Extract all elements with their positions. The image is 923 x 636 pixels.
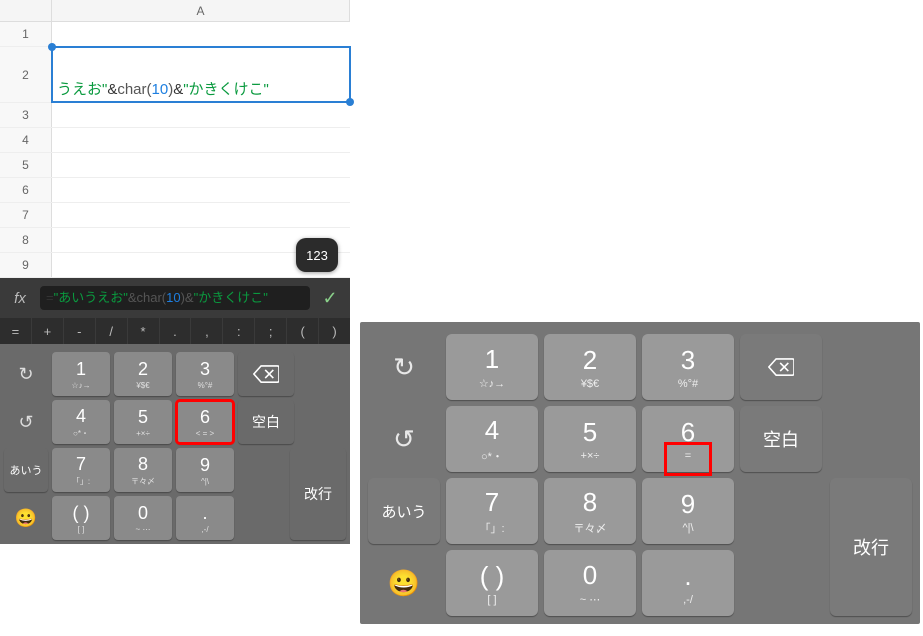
backspace-key[interactable] (238, 352, 294, 396)
undo-key[interactable]: ↻ (4, 352, 48, 396)
operator-key[interactable]: * (128, 318, 160, 344)
num-key-7[interactable]: 7「」: (446, 478, 538, 544)
grid-row: 3 (0, 103, 350, 128)
grid-row: 2うえお"&char(10)&"かきくけこ" (0, 47, 350, 103)
grid-row: 6 (0, 178, 350, 203)
operator-key[interactable]: : (223, 318, 255, 344)
num-key-.[interactable]: .,-/ (642, 550, 734, 616)
row-header[interactable]: 5 (0, 153, 52, 177)
kana-mode-key[interactable]: あいう (4, 448, 48, 492)
row-header[interactable]: 7 (0, 203, 52, 227)
grid-row: 7 (0, 203, 350, 228)
cell[interactable] (52, 103, 350, 127)
kana-mode-key[interactable]: あいう (368, 478, 440, 544)
backspace-icon (768, 357, 794, 377)
num-key-4[interactable]: 4○*・ (446, 406, 538, 472)
formula-bar: fx ="あいうえお"&char(10)&"かきくけこ" ✓ (0, 278, 350, 318)
cell[interactable] (52, 178, 350, 202)
num-key-5[interactable]: 5+×÷ (114, 400, 172, 444)
operator-row: =+-/*.,:;() (0, 318, 350, 344)
num-key-8[interactable]: 8〒々〆 (544, 478, 636, 544)
backspace-icon (253, 364, 279, 384)
cell[interactable]: うえお"&char(10)&"かきくけこ" (51, 46, 351, 103)
emoji-key[interactable]: 😀 (4, 496, 48, 540)
backspace-key[interactable] (740, 334, 822, 400)
row-header[interactable]: 9 (0, 253, 52, 277)
operator-key[interactable]: . (160, 318, 192, 344)
undo-key[interactable]: ↻ (368, 334, 440, 400)
operator-key[interactable]: / (96, 318, 128, 344)
operator-key[interactable]: + (32, 318, 64, 344)
operator-key[interactable]: ) (319, 318, 350, 344)
spreadsheet-mobile-view: A 12うえお"&char(10)&"かきくけこ"3456789 123 fx … (0, 0, 350, 636)
redo-key[interactable]: ↺ (4, 400, 48, 444)
num-key-5[interactable]: 5+×÷ (544, 406, 636, 472)
enter-key[interactable]: 改行 (290, 448, 346, 540)
numeric-keyboard-large: ↻1☆♪→2¥$€3%°# ↺4○*・5+×÷6=空白あいう7「」:8〒々〆9^|… (360, 322, 920, 624)
num-key-1[interactable]: 1☆♪→ (52, 352, 110, 396)
cell[interactable] (52, 153, 350, 177)
num-key-9[interactable]: 9^|\ (642, 478, 734, 544)
row-header[interactable]: 4 (0, 128, 52, 152)
redo-key[interactable]: ↺ (368, 406, 440, 472)
num-key-3[interactable]: 3%°# (176, 352, 234, 396)
keyboard-mode-toggle[interactable]: 123 (296, 238, 338, 272)
num-key-0[interactable]: 0~ ⋯ (544, 550, 636, 616)
grid-corner (0, 0, 52, 21)
operator-key[interactable]: ( (287, 318, 319, 344)
space-key[interactable]: 空白 (238, 400, 294, 444)
numeric-keyboard-small: ↻1☆♪→2¥$€3%°# ↺4○*・5+×÷6< = >空白あいう7「」:8〒々… (0, 344, 350, 544)
operator-key[interactable]: - (64, 318, 96, 344)
num-key-6[interactable]: 6< = > (176, 400, 234, 444)
enter-key[interactable]: 改行 (830, 478, 912, 616)
num-key-1[interactable]: 1☆♪→ (446, 334, 538, 400)
num-key-0[interactable]: 0~ ⋯ (114, 496, 172, 540)
num-key-6[interactable]: 6= (642, 406, 734, 472)
spreadsheet-grid: A 12うえお"&char(10)&"かきくけこ"3456789 123 (0, 0, 350, 278)
row-header[interactable]: 6 (0, 178, 52, 202)
row-header[interactable]: 1 (0, 22, 52, 46)
num-key-8[interactable]: 8〒々〆 (114, 448, 172, 492)
num-key-3[interactable]: 3%°# (642, 334, 734, 400)
cell[interactable] (52, 22, 350, 46)
grid-row: 5 (0, 153, 350, 178)
formula-input[interactable]: ="あいうえお"&char(10)&"かきくけこ" (40, 286, 310, 311)
cell[interactable] (52, 128, 350, 152)
fx-icon: fx (6, 290, 34, 307)
num-key-4[interactable]: 4○*・ (52, 400, 110, 444)
num-key-2[interactable]: 2¥$€ (114, 352, 172, 396)
num-key-.[interactable]: .,-/ (176, 496, 234, 540)
operator-key[interactable]: , (191, 318, 223, 344)
emoji-key[interactable]: 😀 (368, 550, 440, 616)
grid-row: 4 (0, 128, 350, 153)
num-key-( )[interactable]: ( )[ ] (52, 496, 110, 540)
num-key-7[interactable]: 7「」: (52, 448, 110, 492)
num-key-9[interactable]: 9^|\ (176, 448, 234, 492)
num-key-( )[interactable]: ( )[ ] (446, 550, 538, 616)
column-header-row: A (0, 0, 350, 22)
column-header-a[interactable]: A (52, 0, 350, 21)
space-key[interactable]: 空白 (740, 406, 822, 472)
operator-key[interactable]: ; (255, 318, 287, 344)
row-header[interactable]: 3 (0, 103, 52, 127)
num-key-2[interactable]: 2¥$€ (544, 334, 636, 400)
row-header[interactable]: 2 (0, 47, 52, 102)
operator-key[interactable]: = (0, 318, 32, 344)
confirm-button[interactable]: ✓ (316, 288, 344, 309)
cell[interactable] (52, 203, 350, 227)
row-header[interactable]: 8 (0, 228, 52, 252)
